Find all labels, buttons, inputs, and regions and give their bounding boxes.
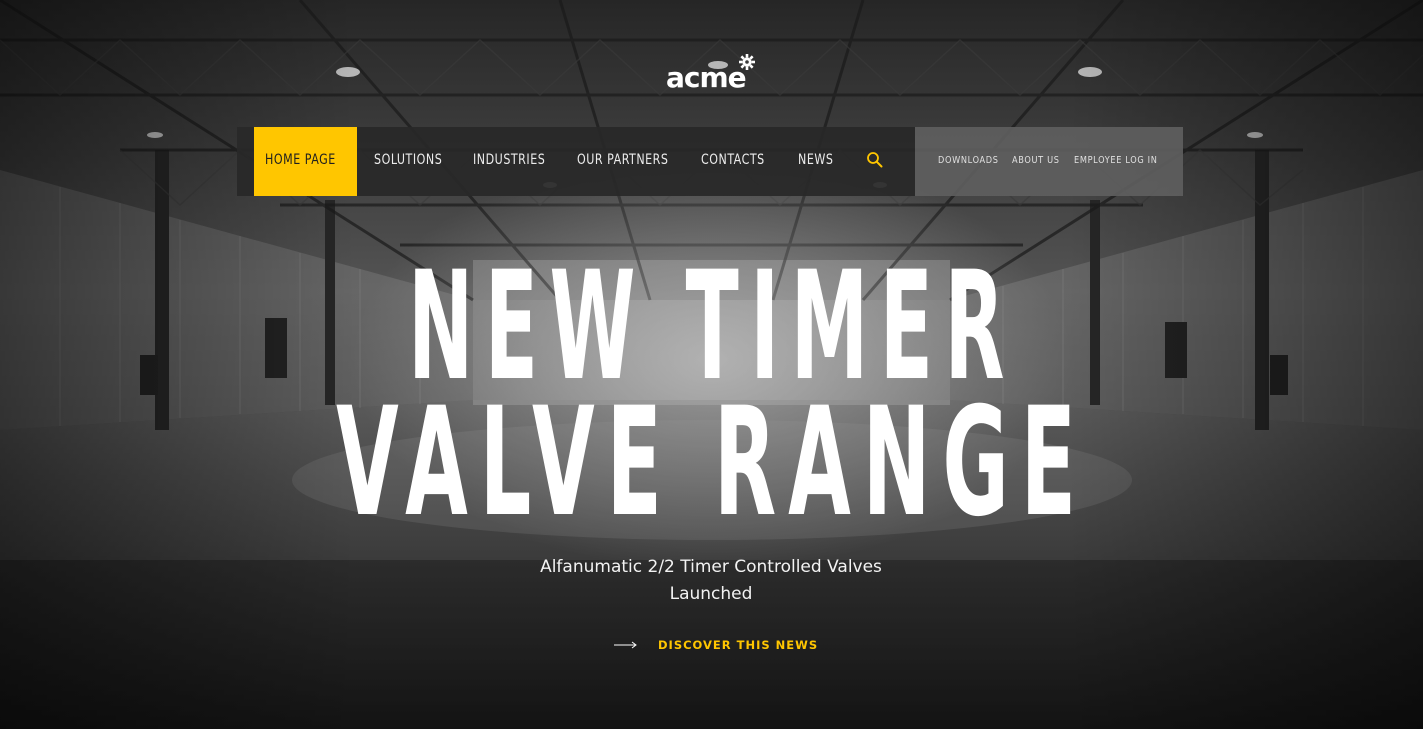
nav-item-our-partners[interactable]: OUR PARTNERS	[577, 127, 668, 196]
acme-logo[interactable]: acme	[666, 54, 758, 94]
discover-news-label: DISCOVER THIS NEWS	[658, 638, 819, 652]
search-icon[interactable]	[866, 151, 884, 169]
arrow-right-icon	[614, 641, 637, 649]
link-downloads[interactable]: DOWNLOADS	[938, 127, 999, 195]
nav-item-home-page[interactable]: HOME PAGE	[254, 127, 357, 196]
main-navigation: HOME PAGE SOLUTIONS INDUSTRIES OUR PARTN…	[237, 127, 915, 196]
link-employee-log-in[interactable]: EMPLOYEE LOG IN	[1074, 127, 1158, 195]
secondary-navigation: DOWNLOADS ABOUT US EMPLOYEE LOG IN	[915, 127, 1183, 196]
nav-item-industries[interactable]: INDUSTRIES	[473, 127, 545, 196]
nav-item-solutions[interactable]: SOLUTIONS	[374, 127, 442, 196]
gear-icon	[739, 54, 755, 70]
nav-item-news[interactable]: NEWS	[798, 127, 833, 196]
logo-text: acme	[666, 61, 747, 94]
link-about-us[interactable]: ABOUT US	[1012, 127, 1060, 195]
hero-headline-line-2: VALVE RANGE	[335, 376, 1088, 550]
hero-subtitle: Alfanumatic 2/2 Timer Controlled Valves …	[540, 557, 882, 604]
hero-section: acme HOME PAGE SOLUTIONS INDUSTRIES OUR …	[0, 0, 1423, 729]
nav-item-label: HOME PAGE	[265, 152, 337, 168]
nav-item-contacts[interactable]: CONTACTS	[701, 127, 765, 196]
